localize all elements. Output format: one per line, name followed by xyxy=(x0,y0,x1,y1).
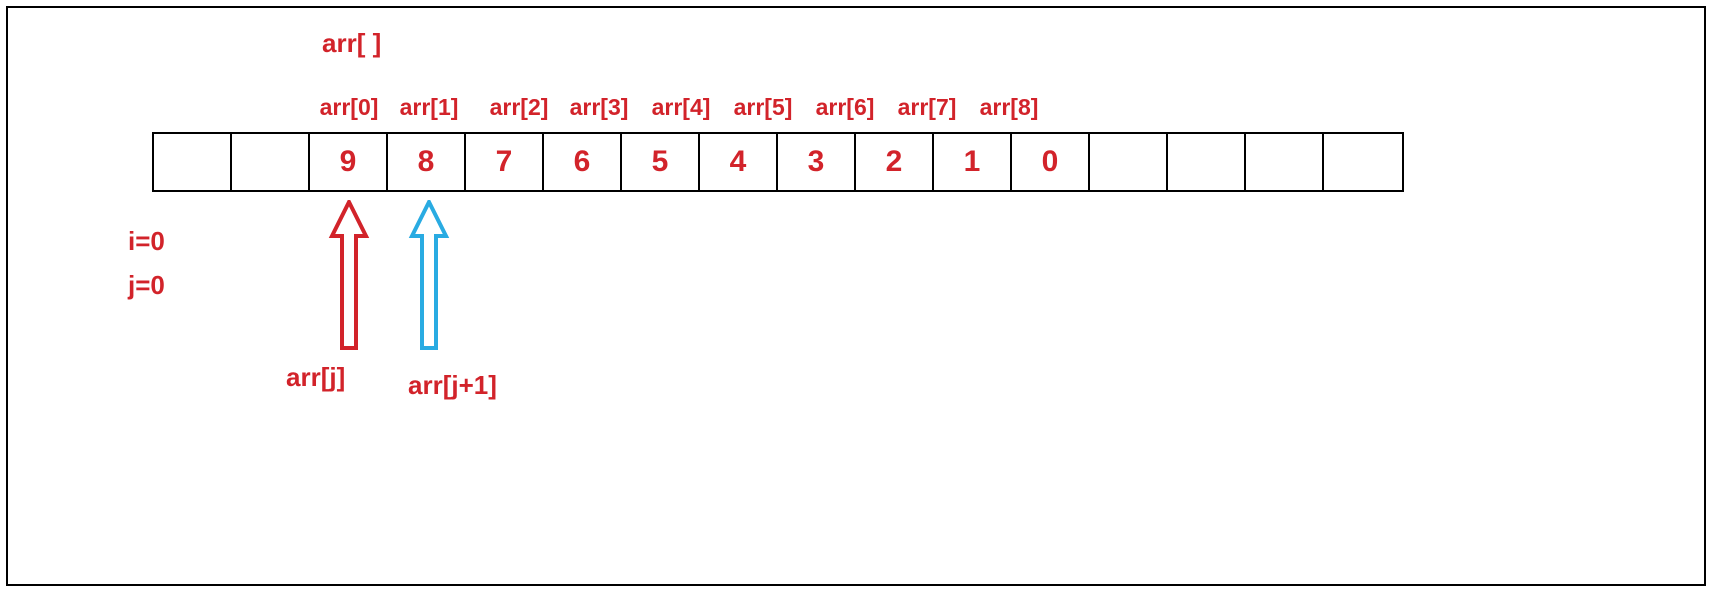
array-cell: 1 xyxy=(934,134,1012,190)
index-label-5: arr[5] xyxy=(724,94,802,121)
index-label-3: arr[3] xyxy=(560,94,638,121)
index-label-1: arr[1] xyxy=(390,94,468,121)
array-cell xyxy=(1090,134,1168,190)
index-label-7: arr[7] xyxy=(888,94,966,121)
arrow-j-label: arr[j] xyxy=(286,362,345,393)
arrow-j1-label: arr[j+1] xyxy=(408,370,497,401)
index-label-2: arr[2] xyxy=(480,94,558,121)
array-cell: 6 xyxy=(544,134,622,190)
array-cell xyxy=(1324,134,1402,190)
array-cell: 4 xyxy=(700,134,778,190)
array-cell xyxy=(154,134,232,190)
array-title: arr[ ] xyxy=(322,28,381,59)
index-label-6: arr[6] xyxy=(806,94,884,121)
array-row: 9 8 7 6 5 4 3 2 1 0 xyxy=(152,132,1404,192)
array-cell: 2 xyxy=(856,134,934,190)
arrow-j1-icon xyxy=(408,200,450,350)
counter-j: j=0 xyxy=(128,270,165,301)
array-cell xyxy=(1246,134,1324,190)
index-label-8: arr[8] xyxy=(970,94,1048,121)
diagram-frame: arr[ ] arr[0] arr[1] arr[2] arr[3] arr[4… xyxy=(6,6,1706,586)
counter-i: i=0 xyxy=(128,226,165,257)
array-cell xyxy=(1168,134,1246,190)
array-cell: 5 xyxy=(622,134,700,190)
array-cell: 7 xyxy=(466,134,544,190)
index-label-0: arr[0] xyxy=(310,94,388,121)
array-cell: 3 xyxy=(778,134,856,190)
array-cell: 8 xyxy=(388,134,466,190)
arrow-j-icon xyxy=(328,200,370,350)
index-label-4: arr[4] xyxy=(642,94,720,121)
array-cell: 0 xyxy=(1012,134,1090,190)
array-cell: 9 xyxy=(310,134,388,190)
array-cell xyxy=(232,134,310,190)
